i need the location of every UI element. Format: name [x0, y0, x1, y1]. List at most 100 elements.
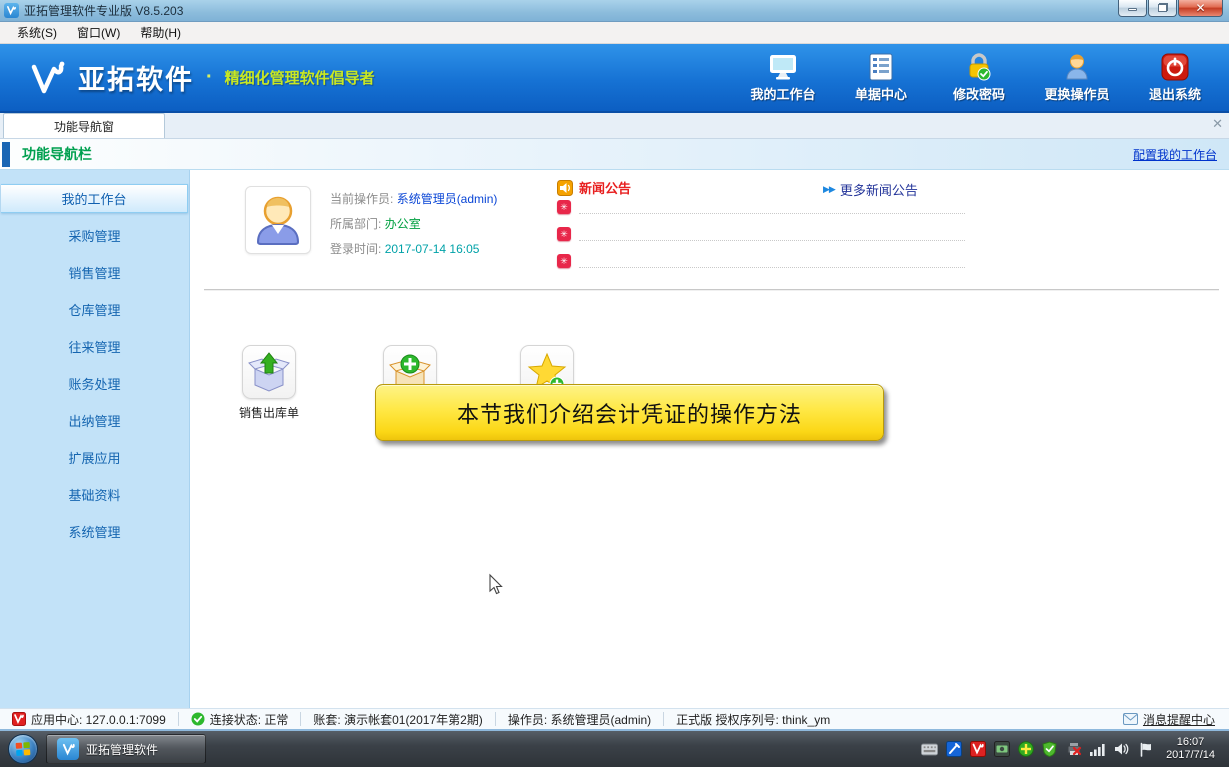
printer-error-icon[interactable]	[1065, 741, 1082, 758]
login-time-line: 登录时间: 2017-07-14 16:05	[330, 240, 479, 257]
sidebar-item-warehouse[interactable]: 仓库管理	[1, 295, 188, 324]
keyboard-icon[interactable]	[921, 741, 938, 758]
department-line: 所属部门: 办公室	[330, 215, 421, 232]
more-news-link[interactable]: ▶▶ 更多新闻公告	[823, 180, 918, 199]
document-center-label: 单据中心	[855, 84, 907, 103]
cash-icon[interactable]	[993, 741, 1010, 758]
document-center-button[interactable]: 单据中心	[845, 53, 917, 103]
switch-operator-label: 更换操作员	[1044, 84, 1109, 103]
monitor-icon	[768, 53, 798, 81]
tutorial-callout-text: 本节我们介绍会计凭证的操作方法	[457, 397, 802, 429]
shortcut-sales-outbound-label: 销售出库单	[224, 404, 314, 421]
connection-ok-icon	[191, 712, 205, 726]
news-item-text	[579, 227, 965, 241]
brand-separator: ·	[206, 66, 213, 89]
sidebar-item-contacts[interactable]: 往来管理	[1, 332, 188, 361]
message-center-label: 消息提醒中心	[1143, 711, 1215, 728]
message-center-link[interactable]: 消息提醒中心	[1123, 711, 1229, 728]
news-item-text	[579, 200, 965, 214]
tab-close-icon[interactable]: ✕	[1212, 116, 1223, 132]
switch-operator-button[interactable]: 更换操作员	[1041, 53, 1113, 103]
account-set-status: 账套: 演示帐套01(2017年第2期)	[301, 711, 494, 728]
system-tray	[921, 741, 1160, 758]
news-bullet-icon: ✳	[557, 227, 571, 241]
change-password-label: 修改密码	[953, 84, 1005, 103]
connection-status: 连接状态: 正常	[179, 711, 301, 728]
action-center-flag-icon[interactable]	[1137, 741, 1154, 758]
window-controls: ✕	[1117, 0, 1229, 22]
sidebar-item-extensions[interactable]: 扩展应用	[1, 443, 188, 472]
announcement-speaker-icon	[557, 180, 573, 196]
license-text: 正式版 授权序列号: think_ym	[676, 711, 830, 728]
news-item[interactable]: ✳	[557, 200, 965, 214]
menu-window[interactable]: 窗口(W)	[68, 22, 129, 43]
news-bullet-icon: ✳	[557, 254, 571, 268]
application-window: 亚拓管理软件专业版 V8.5.203 ✕ 系统(S) 窗口(W) 帮助(H) 亚…	[0, 0, 1229, 767]
taskbar-app-button[interactable]: 亚拓管理软件	[46, 734, 206, 764]
taskbar-clock[interactable]: 16:07 2017/7/14	[1160, 736, 1225, 762]
input-tool-icon[interactable]	[945, 741, 962, 758]
shortcut-sales-outbound[interactable]	[242, 345, 296, 399]
sidebar-item-purchase[interactable]: 采购管理	[1, 221, 188, 250]
news-item[interactable]: ✳	[557, 227, 965, 241]
clock-time: 16:07	[1166, 736, 1215, 749]
app-center-status: 应用中心: 127.0.0.1:7099	[0, 711, 178, 728]
configure-workbench-link[interactable]: 配置我的工作台	[1133, 146, 1217, 163]
department-value: 办公室	[385, 217, 421, 231]
brand-block: 亚拓软件 · 精细化管理软件倡导者	[26, 57, 375, 99]
sidebar-item-base-data[interactable]: 基础资料	[1, 480, 188, 509]
taskbar-app-label: 亚拓管理软件	[86, 741, 158, 758]
yatuo-taskbar-icon	[57, 738, 79, 760]
title-bar[interactable]: 亚拓管理软件专业版 V8.5.203 ✕	[0, 0, 1229, 22]
lock-check-icon	[965, 53, 993, 81]
status-bar: 应用中心: 127.0.0.1:7099 连接状态: 正常 账套: 演示帐套01…	[0, 708, 1229, 731]
my-workbench-label: 我的工作台	[750, 84, 815, 103]
app-center-text: 应用中心: 127.0.0.1:7099	[31, 711, 166, 728]
news-item[interactable]: ✳	[557, 254, 965, 268]
shield-icon[interactable]	[1041, 741, 1058, 758]
envelope-icon	[1123, 713, 1138, 725]
restore-button[interactable]	[1148, 0, 1177, 17]
operator-value: 系统管理员(admin)	[397, 192, 498, 206]
menu-bar: 系统(S) 窗口(W) 帮助(H)	[0, 22, 1229, 44]
banner-actions: 我的工作台 单据中心 修改密码	[747, 53, 1219, 103]
menu-system[interactable]: 系统(S)	[8, 22, 66, 43]
nav-accent-bar	[2, 142, 10, 167]
sidebar-item-accounting[interactable]: 账务处理	[1, 369, 188, 398]
clock-date: 2017/7/14	[1166, 749, 1215, 762]
brand-slogan: 精细化管理软件倡导者	[225, 67, 375, 88]
minimize-button[interactable]	[1118, 0, 1147, 17]
sidebar-item-my-workbench[interactable]: 我的工作台	[1, 184, 188, 213]
login-time-label: 登录时间:	[330, 242, 381, 256]
nav-header-title: 功能导航栏	[22, 144, 92, 164]
antivirus-plus-icon[interactable]	[1017, 741, 1034, 758]
sidebar-item-sales[interactable]: 销售管理	[1, 258, 188, 287]
my-workbench-button[interactable]: 我的工作台	[747, 53, 819, 103]
login-time-value: 2017-07-14 16:05	[385, 242, 480, 256]
app-logo-icon	[4, 3, 19, 18]
network-signal-icon[interactable]	[1089, 741, 1106, 758]
change-password-button[interactable]: 修改密码	[943, 53, 1015, 103]
tutorial-callout: 本节我们介绍会计凭证的操作方法	[375, 384, 884, 441]
news-item-text	[579, 254, 965, 268]
tab-function-navigator[interactable]: 功能导航窗	[3, 113, 165, 138]
start-button[interactable]	[8, 734, 38, 764]
close-button[interactable]: ✕	[1178, 0, 1223, 17]
avatar-icon	[252, 194, 304, 246]
outbound-box-icon	[248, 351, 290, 393]
exit-system-button[interactable]: 退出系统	[1139, 53, 1211, 103]
department-label: 所属部门:	[330, 217, 381, 231]
menu-help[interactable]: 帮助(H)	[131, 22, 190, 43]
news-title: 新闻公告	[579, 178, 631, 197]
restore-icon	[1158, 3, 1168, 12]
sidebar-item-system[interactable]: 系统管理	[1, 517, 188, 546]
windows-flag-icon	[14, 740, 31, 757]
connection-text: 连接状态: 正常	[210, 711, 289, 728]
document-list-icon	[868, 53, 894, 81]
yatuo-tray-icon[interactable]	[969, 741, 986, 758]
user-icon	[1063, 53, 1091, 81]
sidebar-item-cashier[interactable]: 出纳管理	[1, 406, 188, 435]
volume-icon[interactable]	[1113, 741, 1130, 758]
tab-strip: 功能导航窗 ✕	[0, 113, 1229, 139]
windows-taskbar: 亚拓管理软件	[0, 731, 1229, 767]
